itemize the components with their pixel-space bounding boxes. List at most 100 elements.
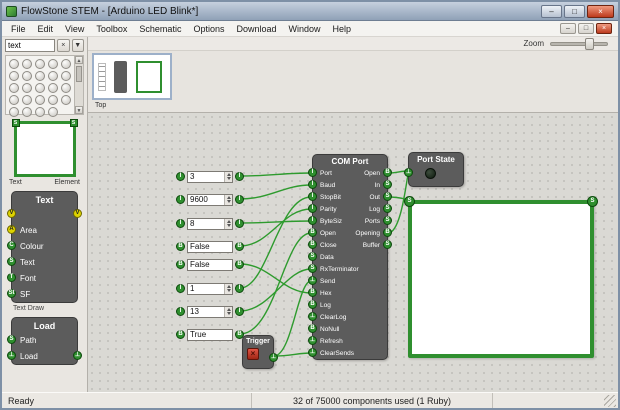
component-icon[interactable]: [35, 83, 45, 93]
spin-up-icon[interactable]: [227, 220, 231, 223]
load-component-preview[interactable]: Load S Path ⊥ Load ⊥: [11, 317, 78, 365]
component-icon[interactable]: [48, 59, 58, 69]
connector-pin[interactable]: B: [308, 300, 317, 309]
title-bar[interactable]: FlowStone STEM - [Arduino LED Blink*] – …: [2, 2, 618, 21]
component-icon[interactable]: [22, 59, 32, 69]
scroll-down-icon[interactable]: ▼: [75, 106, 83, 114]
component-icon[interactable]: [9, 95, 19, 105]
int-input[interactable]: 1: [187, 283, 233, 295]
spinner[interactable]: [224, 307, 232, 317]
component-icon[interactable]: [61, 83, 71, 93]
connector-pin[interactable]: I: [176, 219, 185, 228]
value-text[interactable]: True: [188, 330, 232, 340]
spinner[interactable]: [224, 219, 232, 229]
component-icon[interactable]: [48, 71, 58, 81]
connector-pin[interactable]: B: [383, 168, 392, 177]
zoom-slider[interactable]: [550, 42, 608, 46]
value-text[interactable]: 1: [188, 284, 224, 294]
component-icon[interactable]: [22, 71, 32, 81]
search-clear-button[interactable]: ×: [57, 39, 70, 52]
connector-pin[interactable]: S: [383, 204, 392, 213]
menu-edit[interactable]: Edit: [32, 23, 60, 35]
connector-pin[interactable]: I: [176, 172, 185, 181]
component-icon[interactable]: [35, 59, 45, 69]
connector-pin[interactable]: S: [383, 180, 392, 189]
connector-pin[interactable]: B: [235, 260, 244, 269]
connector-pin[interactable]: B: [176, 242, 185, 251]
connector-pin[interactable]: I: [176, 284, 185, 293]
menu-view[interactable]: View: [59, 23, 90, 35]
connector-pin[interactable]: S: [7, 335, 16, 344]
value-text[interactable]: 9600: [188, 195, 224, 205]
connector-pin[interactable]: T: [7, 273, 16, 282]
connector-pin[interactable]: B: [176, 260, 185, 269]
com-port-module[interactable]: COM Port IPortOpenB IBaudInS IStopBitOut…: [312, 154, 388, 360]
connector-pin[interactable]: I: [176, 195, 185, 204]
connector-pin[interactable]: I: [176, 307, 185, 316]
component-icon[interactable]: [22, 83, 32, 93]
connector-pin[interactable]: ⊥: [308, 312, 317, 321]
connector-pin[interactable]: I: [308, 204, 317, 213]
component-icon[interactable]: [48, 83, 58, 93]
connector-pin[interactable]: B: [308, 288, 317, 297]
menu-window[interactable]: Window: [283, 23, 327, 35]
menu-schematic[interactable]: Schematic: [133, 23, 187, 35]
connector-pin[interactable]: V: [73, 209, 82, 218]
connector-pin[interactable]: S: [383, 192, 392, 201]
connector-pin[interactable]: I: [235, 195, 244, 204]
component-icon[interactable]: [9, 71, 19, 81]
connector-pin[interactable]: I: [235, 219, 244, 228]
connector-pin[interactable]: S: [404, 196, 415, 207]
connector-pin[interactable]: C: [7, 241, 16, 250]
text-display-panel[interactable]: S S: [408, 200, 594, 358]
connector-pin[interactable]: ⊥: [308, 276, 317, 285]
value-text[interactable]: False: [188, 260, 232, 270]
mdi-minimize-button[interactable]: –: [560, 23, 576, 34]
spin-up-icon[interactable]: [227, 196, 231, 199]
palette-scrollbar[interactable]: ▲ ▼: [74, 56, 83, 114]
component-icon[interactable]: [35, 107, 45, 117]
int-input[interactable]: 3: [187, 171, 233, 183]
spin-down-icon[interactable]: [227, 177, 231, 180]
spin-down-icon[interactable]: [227, 200, 231, 203]
component-icon[interactable]: [22, 107, 32, 117]
connector-pin[interactable]: St: [7, 289, 16, 298]
connector-pin[interactable]: B: [308, 228, 317, 237]
component-icon[interactable]: [22, 95, 32, 105]
spinner[interactable]: [224, 172, 232, 182]
connector-pin[interactable]: B: [383, 228, 392, 237]
connector-pin[interactable]: S: [308, 252, 317, 261]
menu-file[interactable]: File: [5, 23, 32, 35]
spin-down-icon[interactable]: [227, 224, 231, 227]
component-icon[interactable]: [9, 107, 19, 117]
close-button[interactable]: ×: [587, 5, 614, 18]
minimize-button[interactable]: –: [541, 5, 562, 18]
connector-pin[interactable]: S: [7, 257, 16, 266]
connector-pin[interactable]: S: [383, 240, 392, 249]
connector-pin[interactable]: I: [235, 172, 244, 181]
search-input[interactable]: [5, 39, 55, 52]
connector-pin[interactable]: I: [308, 168, 317, 177]
connector-pin[interactable]: S: [383, 216, 392, 225]
component-icon[interactable]: [9, 83, 19, 93]
scrollbar-thumb[interactable]: [76, 66, 82, 82]
menu-help[interactable]: Help: [327, 23, 358, 35]
navigator-thumbnail[interactable]: [92, 53, 172, 100]
connector-pin[interactable]: B: [235, 242, 244, 251]
connector-pin[interactable]: I: [235, 284, 244, 293]
trigger-module[interactable]: Trigger × ⊥: [242, 335, 274, 369]
connector-pin[interactable]: A: [7, 225, 16, 234]
zoom-slider-thumb[interactable]: [585, 38, 594, 50]
spin-up-icon[interactable]: [227, 285, 231, 288]
value-text[interactable]: 8: [188, 219, 224, 229]
search-dropdown-button[interactable]: ▼: [72, 39, 85, 52]
component-icon[interactable]: [48, 95, 58, 105]
menu-download[interactable]: Download: [230, 23, 282, 35]
value-text[interactable]: False: [188, 242, 232, 252]
spinner[interactable]: [224, 284, 232, 294]
menu-toolbox[interactable]: Toolbox: [90, 23, 133, 35]
bool-input[interactable]: True: [187, 329, 233, 341]
component-icon[interactable]: [61, 71, 71, 81]
connector-pin[interactable]: S: [308, 264, 317, 273]
int-input[interactable]: 9600: [187, 194, 233, 206]
